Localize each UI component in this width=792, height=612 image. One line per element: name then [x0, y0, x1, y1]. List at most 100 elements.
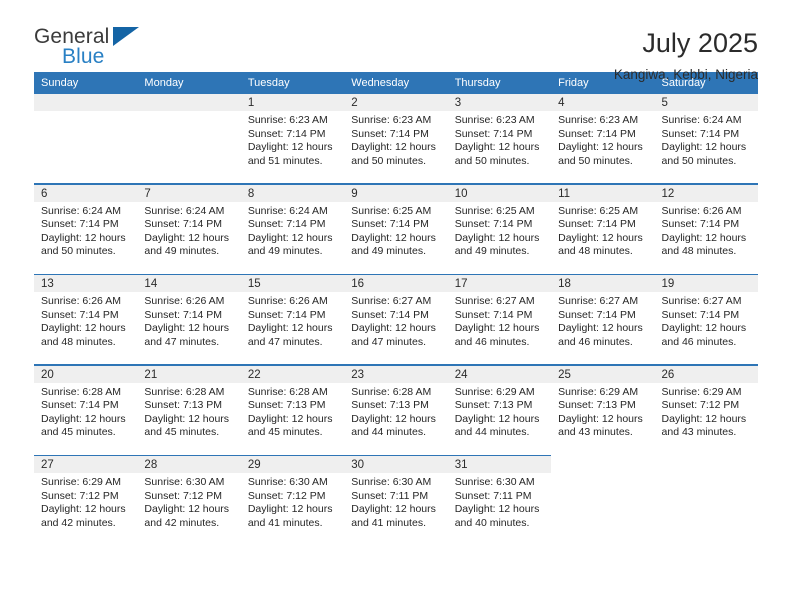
calendar-day-cell[interactable]: 26 Sunrise: 6:29 AM Sunset: 7:12 PM Dayligh…	[654, 365, 758, 455]
day-details: Sunrise: 6:24 AM Sunset: 7:14 PM Daylight:…	[241, 202, 344, 259]
sunrise-text: Sunrise: 6:26 AM	[247, 295, 328, 307]
sunrise-text: Sunrise: 6:29 AM	[558, 385, 639, 398]
day-details: Sunrise: 6:27 AM Sunset: 7:14 PM Daylight:…	[551, 292, 654, 349]
daylight-text-line1: Daylight: 12 hours	[661, 412, 747, 425]
sunrise-text: Sunrise: 6:27 AM	[558, 295, 639, 307]
sunset-text: Sunset: 7:14 PM	[41, 308, 119, 321]
calendar-day-cell[interactable]: 29 Sunrise: 6:30 AM Sunset: 7:12 PM Dayligh…	[240, 456, 345, 545]
calendar-day-cell[interactable]: 25 Sunrise: 6:29 AM Sunset: 7:13 PM Dayligh…	[551, 365, 655, 455]
daylight-text-line1: Daylight: 12 hours	[454, 412, 540, 425]
day-number	[34, 94, 138, 111]
day-number: 26	[654, 365, 758, 383]
generalblue-logo[interactable]: General Blue	[34, 26, 164, 74]
sunrise-text: Sunrise: 6:27 AM	[351, 295, 432, 307]
day-details: Sunrise: 6:28 AM Sunset: 7:13 PM Daylight:…	[344, 383, 447, 440]
day-details: Sunrise: 6:24 AM Sunset: 7:14 PM Daylight:…	[34, 202, 137, 259]
day-details: Sunrise: 6:28 AM Sunset: 7:13 PM Daylight:…	[137, 383, 240, 440]
week-cells: 6 Sunrise: 6:24 AM Sunset: 7:14 PM Daylight…	[34, 184, 758, 274]
calendar-cell-empty	[34, 94, 138, 183]
daylight-text-line2: and 40 minutes.	[454, 516, 530, 529]
sunrise-text: Sunrise: 6:23 AM	[454, 114, 535, 126]
calendar-day-cell[interactable]: 16 Sunrise: 6:27 AM Sunset: 7:14 PM Dayligh…	[344, 275, 448, 364]
day-details: Sunrise: 6:27 AM Sunset: 7:14 PM Daylight:…	[344, 292, 447, 349]
sunset-text: Sunset: 7:11 PM	[351, 489, 429, 502]
calendar-day-cell[interactable]: 28 Sunrise: 6:30 AM Sunset: 7:12 PM Dayligh…	[137, 456, 241, 545]
sunrise-text: Sunrise: 6:28 AM	[144, 385, 225, 398]
calendar-day-cell[interactable]: 30 Sunrise: 6:30 AM Sunset: 7:11 PM Dayligh…	[344, 456, 448, 545]
day-details: Sunrise: 6:29 AM Sunset: 7:13 PM Daylight:…	[551, 383, 654, 440]
calendar-day-cell[interactable]: 6 Sunrise: 6:24 AM Sunset: 7:14 PM Daylight…	[34, 184, 138, 274]
daylight-text-line2: and 48 minutes.	[558, 245, 633, 258]
daylight-text-line2: and 49 minutes.	[247, 245, 323, 258]
daylight-text-line1: Daylight: 12 hours	[351, 141, 436, 154]
sunset-text: Sunset: 7:12 PM	[247, 489, 326, 502]
day-details: Sunrise: 6:24 AM Sunset: 7:14 PM Daylight:…	[137, 202, 240, 259]
daylight-text-line2: and 44 minutes.	[454, 426, 530, 439]
calendar-day-cell[interactable]: 24 Sunrise: 6:29 AM Sunset: 7:13 PM Dayligh…	[447, 365, 552, 455]
day-number: 11	[551, 184, 655, 202]
day-details: Sunrise: 6:30 AM Sunset: 7:11 PM Daylight:…	[448, 473, 551, 530]
sunset-text: Sunset: 7:14 PM	[661, 308, 740, 321]
calendar-day-cell[interactable]: 14 Sunrise: 6:26 AM Sunset: 7:14 PM Dayligh…	[137, 275, 241, 364]
calendar-day-cell[interactable]: 17 Sunrise: 6:27 AM Sunset: 7:14 PM Dayligh…	[447, 275, 552, 364]
sunset-text: Sunset: 7:14 PM	[144, 308, 223, 321]
sunrise-text: Sunrise: 6:23 AM	[558, 114, 639, 126]
daylight-text-line1: Daylight: 12 hours	[558, 412, 643, 425]
calendar-day-cell[interactable]: 13 Sunrise: 6:26 AM Sunset: 7:14 PM Dayligh…	[34, 275, 138, 364]
day-number: 8	[240, 184, 345, 202]
day-details: Sunrise: 6:25 AM Sunset: 7:14 PM Daylight:…	[448, 202, 551, 259]
calendar-day-cell[interactable]: 8 Sunrise: 6:24 AM Sunset: 7:14 PM Daylight…	[240, 184, 345, 274]
daylight-text-line1: Daylight: 12 hours	[41, 231, 126, 244]
weekday-header-tuesday: Tuesday	[247, 77, 290, 89]
sunset-text: Sunset: 7:14 PM	[558, 127, 636, 140]
day-details: Sunrise: 6:27 AM Sunset: 7:14 PM Daylight:…	[448, 292, 551, 349]
day-details: Sunrise: 6:30 AM Sunset: 7:11 PM Daylight:…	[344, 473, 447, 530]
calendar-day-cell[interactable]: 20 Sunrise: 6:28 AM Sunset: 7:14 PM Dayligh…	[34, 365, 138, 455]
calendar-day-cell[interactable]: 22 Sunrise: 6:28 AM Sunset: 7:13 PM Dayligh…	[240, 365, 345, 455]
sunset-text: Sunset: 7:14 PM	[144, 218, 223, 231]
calendar-day-cell[interactable]: 27 Sunrise: 6:29 AM Sunset: 7:12 PM Dayligh…	[34, 456, 138, 545]
calendar-day-cell[interactable]: 2 Sunrise: 6:23 AM Sunset: 7:14 PM Daylight…	[344, 94, 448, 183]
sunset-text: Sunset: 7:13 PM	[558, 399, 636, 412]
calendar-day-cell[interactable]: 23 Sunrise: 6:28 AM Sunset: 7:13 PM Dayligh…	[344, 365, 448, 455]
calendar-day-cell[interactable]: 21 Sunrise: 6:28 AM Sunset: 7:13 PM Dayligh…	[137, 365, 241, 455]
day-number	[137, 94, 241, 111]
calendar-day-cell[interactable]: 12 Sunrise: 6:26 AM Sunset: 7:14 PM Dayligh…	[654, 184, 758, 274]
daylight-text-line2: and 49 minutes.	[351, 245, 426, 258]
day-number: 4	[551, 94, 655, 111]
sunset-text: Sunset: 7:13 PM	[454, 399, 533, 412]
calendar-day-cell[interactable]: 19 Sunrise: 6:27 AM Sunset: 7:14 PM Dayligh…	[654, 275, 758, 364]
calendar-week-row: 13 Sunrise: 6:26 AM Sunset: 7:14 PM Dayligh…	[34, 273, 758, 365]
day-details: Sunrise: 6:26 AM Sunset: 7:14 PM Daylight:…	[137, 292, 240, 349]
calendar-day-cell[interactable]: 9 Sunrise: 6:25 AM Sunset: 7:14 PM Daylight…	[344, 184, 448, 274]
calendar-day-cell[interactable]: 1 Sunrise: 6:23 AM Sunset: 7:14 PM Daylight…	[240, 94, 345, 183]
sunrise-text: Sunrise: 6:30 AM	[351, 476, 432, 488]
daylight-text-line1: Daylight: 12 hours	[144, 231, 230, 244]
sunrise-text: Sunrise: 6:24 AM	[247, 204, 328, 217]
sunrise-text: Sunrise: 6:29 AM	[454, 385, 535, 398]
calendar-day-cell[interactable]: 7 Sunrise: 6:24 AM Sunset: 7:14 PM Daylight…	[137, 184, 241, 274]
daylight-text-line1: Daylight: 12 hours	[247, 322, 333, 335]
page-title: July 2025	[642, 28, 758, 58]
calendar-day-cell[interactable]: 10 Sunrise: 6:25 AM Sunset: 7:14 PM Dayligh…	[447, 184, 552, 274]
sunset-text: Sunset: 7:14 PM	[558, 308, 636, 321]
calendar-day-cell[interactable]: 31 Sunrise: 6:30 AM Sunset: 7:11 PM Dayligh…	[447, 456, 552, 545]
calendar-day-cell[interactable]: 5 Sunrise: 6:24 AM Sunset: 7:14 PM Daylight…	[654, 94, 758, 183]
day-number: 3	[447, 94, 552, 111]
calendar-day-cell[interactable]: 18 Sunrise: 6:27 AM Sunset: 7:14 PM Dayligh…	[551, 275, 655, 364]
calendar-day-cell[interactable]: 11 Sunrise: 6:25 AM Sunset: 7:14 PM Dayligh…	[551, 184, 655, 274]
calendar-day-cell[interactable]: 4 Sunrise: 6:23 AM Sunset: 7:14 PM Daylight…	[551, 94, 655, 183]
sunrise-text: Sunrise: 6:27 AM	[661, 295, 742, 307]
sunset-text: Sunset: 7:14 PM	[661, 127, 740, 140]
calendar-weeks: 1 Sunrise: 6:23 AM Sunset: 7:14 PM Daylight…	[34, 94, 758, 545]
brand-name-blue: Blue	[62, 45, 105, 68]
calendar-day-cell[interactable]: 15 Sunrise: 6:26 AM Sunset: 7:14 PM Dayligh…	[240, 275, 345, 364]
daylight-text-line2: and 50 minutes.	[661, 154, 737, 167]
daylight-text-line1: Daylight: 12 hours	[454, 503, 540, 516]
daylight-text-line1: Daylight: 12 hours	[661, 322, 747, 335]
calendar-day-cell[interactable]: 3 Sunrise: 6:23 AM Sunset: 7:14 PM Daylight…	[447, 94, 552, 183]
daylight-text-line1: Daylight: 12 hours	[144, 412, 230, 425]
sunrise-text: Sunrise: 6:24 AM	[661, 114, 742, 126]
sunset-text: Sunset: 7:14 PM	[41, 399, 119, 412]
day-number: 14	[137, 275, 241, 292]
